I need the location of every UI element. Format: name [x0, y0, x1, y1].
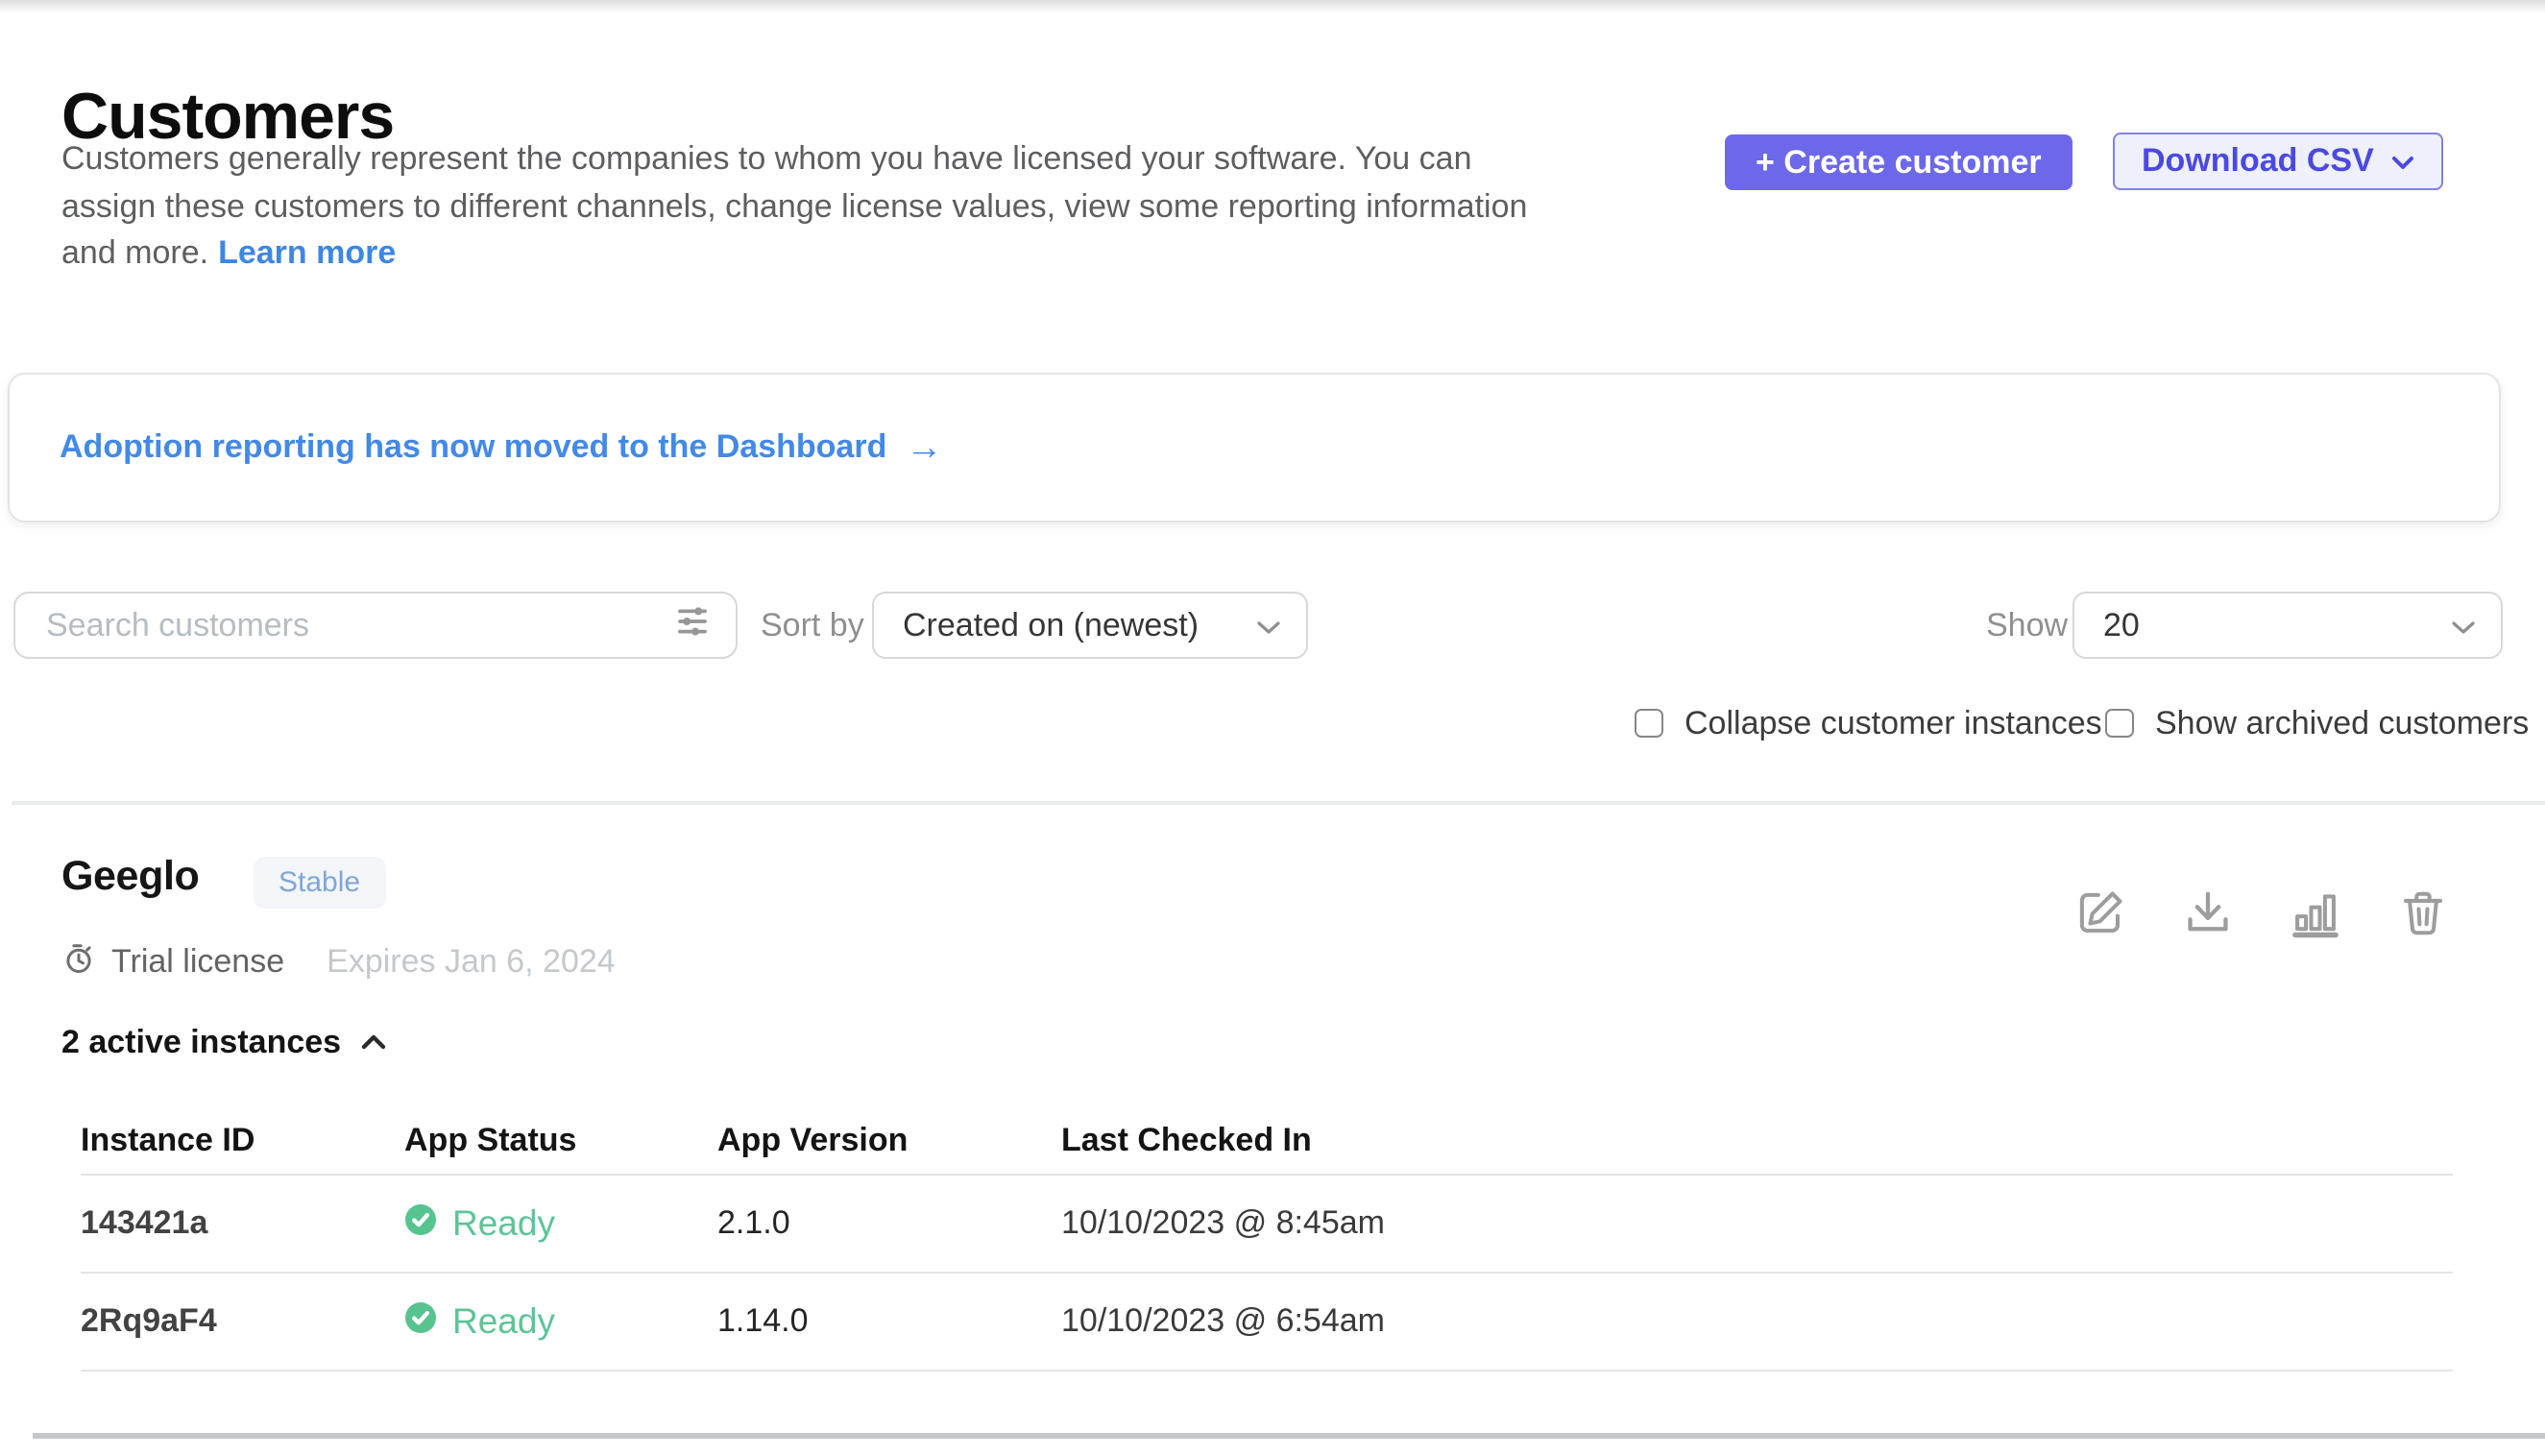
app-status-cell: Ready	[404, 1202, 717, 1245]
sort-by-select[interactable]: Created on (newest)	[872, 592, 1308, 659]
create-customer-button[interactable]: + Create customer	[1725, 134, 2072, 190]
collapse-instances-checkbox-group[interactable]: Collapse customer instances	[1635, 707, 2102, 740]
channel-badge: Stable	[254, 857, 385, 909]
app-status: Ready	[452, 1300, 555, 1343]
edit-customer-icon[interactable]	[2074, 887, 2126, 939]
show-archived-checkbox[interactable]	[2105, 709, 2134, 738]
collapse-instances-label: Collapse customer instances	[1685, 704, 2102, 742]
learn-more-link[interactable]: Learn more	[218, 234, 396, 271]
download-license-icon[interactable]	[2182, 887, 2234, 939]
app-status-cell: Ready	[404, 1300, 717, 1343]
instances-table-header: Instance ID App Status App Version Last …	[81, 1108, 2453, 1176]
instances-table: Instance ID App Status App Version Last …	[81, 1108, 2453, 1371]
show-per-page-value: 20	[2103, 606, 2140, 644]
chevron-down-icon	[1256, 606, 1281, 644]
license-info-row: Trial license Expires Jan 6, 2024	[61, 943, 616, 982]
customer-name: Geeglo	[61, 851, 199, 901]
sort-by-label: Sort by	[761, 592, 864, 659]
customers-page: Customers Customers generally represent …	[0, 0, 2545, 1456]
sort-by-value: Created on (newest)	[903, 606, 1199, 644]
filter-sliders-icon[interactable]	[672, 600, 713, 650]
show-archived-label: Show archived customers	[2155, 704, 2529, 742]
table-row: 2Rq9aF4 Ready 1.14.0 10/10/2023 @ 6:54am	[81, 1274, 2453, 1371]
search-customers-box	[13, 592, 738, 659]
last-checked-in: 10/10/2023 @ 8:45am	[1061, 1204, 2453, 1243]
instance-id: 2Rq9aF4	[81, 1302, 404, 1341]
column-header: App Status	[404, 1122, 717, 1160]
description-line: Customers generally represent the compan…	[61, 136, 1790, 183]
timer-icon	[61, 940, 96, 984]
arrow-right-icon: →	[906, 429, 942, 466]
show-label: Show	[1986, 592, 2068, 659]
create-customer-label: + Create customer	[1756, 143, 2042, 182]
adoption-banner: Adoption reporting has now moved to the …	[8, 373, 2501, 522]
customer-action-buttons	[2074, 887, 2449, 939]
top-scroll-shadow	[0, 0, 2545, 13]
instance-id: 143421a	[81, 1204, 404, 1243]
chevron-down-icon	[2391, 142, 2414, 181]
column-header: Last Checked In	[1061, 1122, 2453, 1160]
app-status: Ready	[452, 1202, 555, 1245]
adoption-banner-link[interactable]: Adoption reporting has now moved to the …	[60, 428, 942, 467]
description-line: assign these customers to different chan…	[61, 183, 1790, 231]
chevron-up-icon	[360, 1025, 385, 1059]
search-input[interactable]	[42, 604, 672, 646]
check-circle-icon	[404, 1301, 435, 1342]
download-csv-label: Download CSV	[2142, 142, 2374, 181]
section-divider	[12, 801, 2545, 805]
description-line: and more.	[61, 234, 208, 271]
delete-customer-icon[interactable]	[2397, 887, 2449, 939]
customer-row-divider	[33, 1433, 2545, 1438]
license-type: Trial license	[111, 943, 284, 982]
active-instances-summary: 2 active instances	[61, 1023, 341, 1061]
page-description: Customers generally represent the compan…	[61, 136, 1790, 278]
show-per-page-select[interactable]: 20	[2072, 592, 2503, 659]
adoption-chart-icon[interactable]	[2290, 887, 2341, 939]
download-csv-button[interactable]: Download CSV	[2113, 133, 2443, 190]
adoption-banner-text: Adoption reporting has now moved to the …	[60, 428, 886, 467]
check-circle-icon	[404, 1203, 435, 1244]
show-archived-checkbox-group[interactable]: Show archived customers	[2105, 707, 2529, 740]
chevron-down-icon	[2451, 606, 2476, 644]
table-row: 143421a Ready 2.1.0 10/10/2023 @ 8:45am	[81, 1176, 2453, 1274]
collapse-instances-checkbox[interactable]	[1635, 709, 1663, 738]
last-checked-in: 10/10/2023 @ 6:54am	[1061, 1302, 2453, 1341]
app-version: 1.14.0	[717, 1302, 1061, 1341]
license-expiration: Expires Jan 6, 2024	[327, 943, 616, 982]
app-version: 2.1.0	[717, 1204, 1061, 1243]
column-header: App Version	[717, 1122, 1061, 1160]
active-instances-toggle[interactable]: 2 active instances	[61, 1022, 385, 1062]
column-header: Instance ID	[81, 1122, 404, 1160]
